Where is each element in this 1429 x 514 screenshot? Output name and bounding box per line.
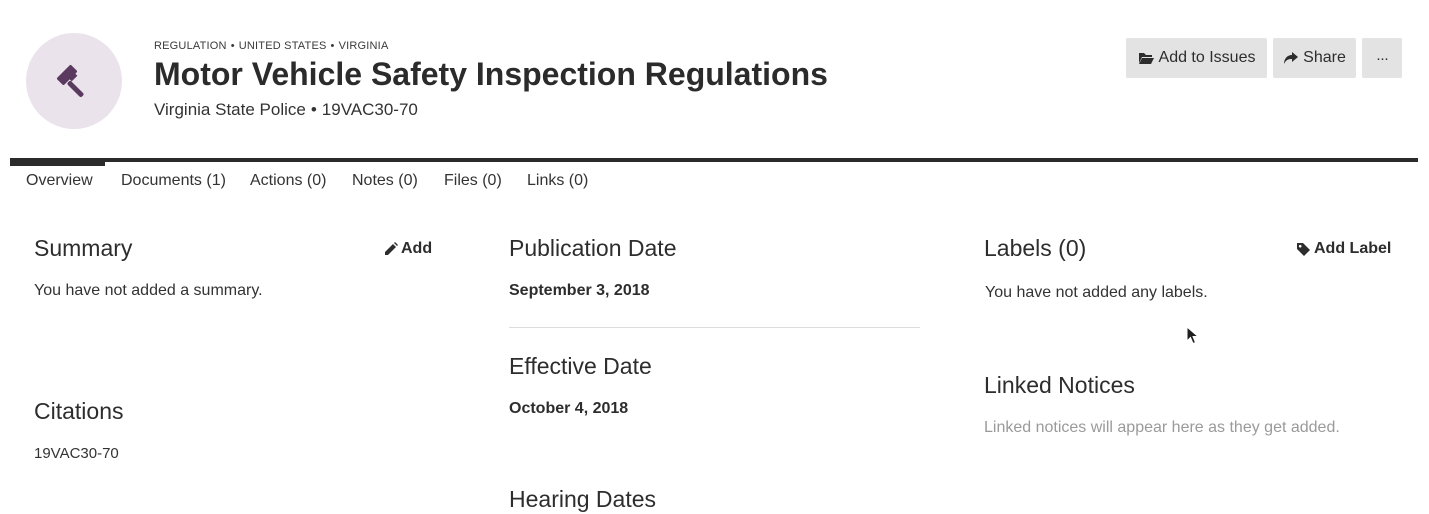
add-summary-button[interactable]: Add bbox=[384, 240, 432, 258]
section-divider bbox=[509, 327, 920, 328]
share-button[interactable]: Share bbox=[1273, 38, 1356, 78]
linked-notices-heading: Linked Notices bbox=[984, 372, 1135, 398]
page-title: Motor Vehicle Safety Inspection Regulati… bbox=[154, 56, 828, 92]
folder-open-icon bbox=[1138, 53, 1154, 64]
tab-actions[interactable]: Actions (0) bbox=[250, 172, 326, 190]
publication-date-value: September 3, 2018 bbox=[509, 282, 650, 299]
tab-files[interactable]: Files (0) bbox=[444, 172, 502, 190]
tag-icon bbox=[1297, 242, 1310, 256]
labels-empty-text: You have not added any labels. bbox=[985, 284, 1208, 301]
tab-divider bbox=[10, 158, 1418, 162]
subtitle: Virginia State Police • 19VAC30-70 bbox=[154, 100, 418, 119]
add-label-button[interactable]: Add Label bbox=[1296, 240, 1391, 258]
active-tab-indicator bbox=[10, 158, 105, 166]
agency-name: Virginia State Police bbox=[154, 100, 306, 119]
tab-documents[interactable]: Documents (1) bbox=[121, 172, 226, 190]
mouse-cursor-icon bbox=[1186, 326, 1200, 345]
gavel-icon bbox=[57, 65, 84, 98]
summary-heading: Summary bbox=[34, 235, 133, 261]
hearing-dates-heading: Hearing Dates bbox=[509, 486, 657, 512]
labels-heading: Labels (0) bbox=[984, 235, 1087, 261]
effective-date-value: October 4, 2018 bbox=[509, 400, 629, 417]
more-icon: ··· bbox=[1376, 49, 1389, 67]
more-options-button[interactable]: ··· bbox=[1362, 38, 1402, 78]
add-summary-label: Add bbox=[401, 240, 433, 257]
pencil-icon bbox=[385, 242, 398, 255]
summary-text: You have not added a summary. bbox=[34, 282, 263, 299]
linked-notices-empty-text: Linked notices will appear here as they … bbox=[984, 419, 1340, 436]
tab-notes[interactable]: Notes (0) bbox=[352, 172, 418, 190]
citations-heading: Citations bbox=[34, 398, 124, 424]
breadcrumb-item: VIRGINIA bbox=[338, 40, 389, 52]
breadcrumb-item: REGULATION bbox=[154, 40, 227, 52]
add-label-label: Add Label bbox=[1314, 240, 1392, 257]
tab-overview[interactable]: Overview bbox=[26, 172, 93, 190]
add-to-issues-button[interactable]: Add to Issues bbox=[1126, 38, 1267, 78]
breadcrumb-item: UNITED STATES bbox=[238, 40, 327, 52]
regulation-code: 19VAC30-70 bbox=[321, 100, 418, 119]
add-to-issues-label: Add to Issues bbox=[1158, 49, 1256, 66]
citation-item: 19VAC30-70 bbox=[34, 445, 119, 462]
share-label: Share bbox=[1303, 49, 1346, 66]
effective-date-heading: Effective Date bbox=[509, 353, 652, 379]
avatar bbox=[26, 33, 122, 129]
breadcrumb: REGULATION • UNITED STATES • VIRGINIA bbox=[154, 40, 389, 52]
share-icon bbox=[1284, 52, 1299, 64]
tab-links[interactable]: Links (0) bbox=[527, 172, 588, 190]
publication-date-heading: Publication Date bbox=[509, 235, 677, 261]
